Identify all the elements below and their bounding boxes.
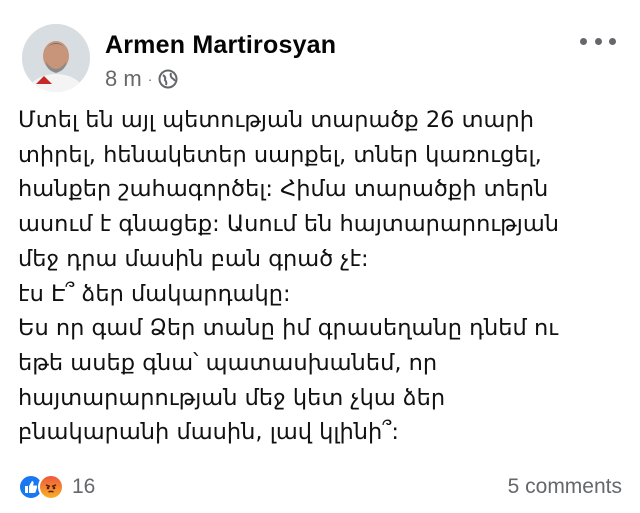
more-dot [594, 37, 602, 45]
comments-link[interactable]: 5 comments [508, 475, 622, 499]
post-meta: 8 m · [105, 66, 178, 92]
post-footer: 16 5 comments [18, 470, 622, 504]
post-body-line: հանքեր շահագործել: Հիմա տարածքի տերն [18, 176, 549, 203]
post-timestamp[interactable]: 8 m [105, 66, 142, 92]
author-name[interactable]: Armen Martirosyan [105, 31, 336, 60]
avatar[interactable] [22, 24, 90, 92]
globe-icon[interactable] [158, 69, 178, 89]
meta-separator: · [147, 71, 153, 87]
post-body-line: եթե ասեք գնա՝ պատասխանեմ, որ [18, 349, 438, 376]
reactions-summary[interactable]: 16 [18, 474, 95, 500]
more-options-icon[interactable] [580, 34, 616, 48]
more-dot [580, 37, 587, 45]
reaction-count: 16 [72, 475, 96, 498]
avatar-photo [22, 24, 90, 92]
post-body-line: էս Է՞ ձեր մակարդակը: [18, 280, 291, 307]
post-body: Մտել են այլ պետության տարածք 26 տարի տիր… [18, 103, 623, 450]
post-body-line: բնակարանի մասին, լավ կլինի՞: [18, 419, 400, 446]
post-body-line: տիրել, հենակետեր սարքել, տներ կառուցել, [18, 141, 542, 168]
angry-icon [38, 474, 64, 500]
post-body-line: Ես որ գամ Ձեր տանը իմ գրասեղանը դնեմ ու [18, 315, 558, 342]
post-body-line: մեջ դրա մասին բան գրած չէ: [18, 245, 369, 272]
post-body-line: հայտարարության մեջ կետ չկա ձեր [18, 384, 446, 411]
facebook-post: Armen Martirosyan 8 m · Մտել են այլ պետո… [0, 0, 640, 513]
post-body-line: Մտել են այլ պետության տարածք 26 տարի [18, 107, 534, 133]
post-body-line: ասում է գնացեք: Ասում են հայտարարության [18, 211, 559, 238]
more-dot [609, 37, 616, 45]
